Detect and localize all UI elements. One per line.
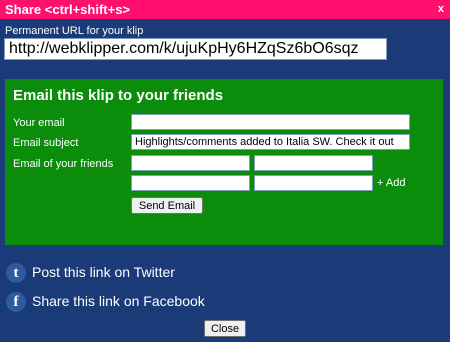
email-panel: Email this klip to your friends Your ema… — [5, 79, 443, 245]
twitter-share-link[interactable]: Post this link on Twitter — [32, 264, 175, 280]
close-icon[interactable]: x — [438, 3, 444, 15]
friend-email-field-4[interactable] — [254, 175, 373, 191]
email-panel-heading: Email this klip to your friends — [13, 87, 224, 104]
add-friend-link[interactable]: + Add — [377, 177, 405, 189]
subject-field[interactable] — [131, 134, 410, 150]
send-email-button[interactable]: Send Email — [131, 197, 203, 214]
your-email-field[interactable] — [131, 114, 410, 130]
facebook-share-link[interactable]: Share this link on Facebook — [32, 293, 205, 309]
your-email-label: Your email — [13, 117, 65, 129]
dialog-title: Share <ctrl+shift+s> — [5, 2, 131, 17]
friend-email-field-3[interactable] — [131, 175, 250, 191]
facebook-icon: f — [6, 292, 26, 312]
permalink-input[interactable] — [4, 38, 387, 60]
friends-label: Email of your friends — [13, 158, 114, 170]
subject-label: Email subject — [13, 137, 79, 149]
friend-email-field-1[interactable] — [131, 155, 250, 171]
permalink-label: Permanent URL for your klip — [5, 25, 144, 37]
close-button[interactable]: Close — [204, 320, 246, 337]
title-bar: Share <ctrl+shift+s> x — [0, 0, 450, 19]
friend-email-field-2[interactable] — [254, 155, 373, 171]
twitter-icon: t — [6, 263, 26, 283]
